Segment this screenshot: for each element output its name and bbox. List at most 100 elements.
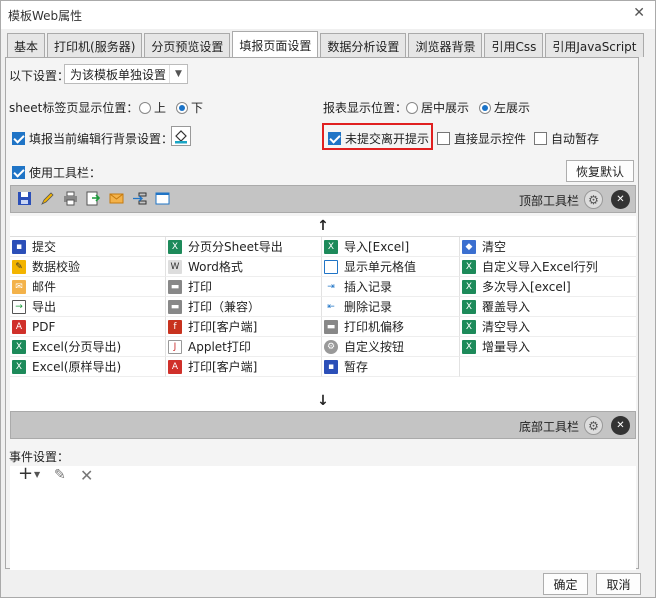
- grid-button-label: Word格式: [188, 260, 243, 274]
- printer-icon[interactable]: [61, 189, 79, 207]
- title-bar: 模板Web属性 ✕: [1, 1, 655, 29]
- report-pos-center-option[interactable]: 居中展示: [400, 99, 469, 116]
- grid-button-delete-record[interactable]: ⇤ 删除记录: [322, 297, 460, 317]
- grid-button-print-client-pdf[interactable]: A 打印[客户端]: [166, 357, 322, 377]
- save-icon[interactable]: [15, 189, 33, 207]
- radio-bottom[interactable]: [176, 102, 188, 114]
- grid-button-increment-import[interactable]: X 增量导入: [460, 337, 636, 357]
- grid-button-excel-paged[interactable]: X Excel(分页导出): [10, 337, 166, 357]
- auto-save-checkbox[interactable]: [534, 132, 547, 145]
- grid-button-label: Excel(原样导出): [32, 360, 122, 374]
- fill-bg-checkbox[interactable]: [12, 132, 25, 145]
- tab-fill-page[interactable]: 填报页面设置: [232, 31, 319, 57]
- grid-button-import-excel[interactable]: X 导入[Excel]: [322, 237, 460, 257]
- delete-event-icon[interactable]: ✕: [80, 466, 93, 485]
- grid-button-label: 自定义导入Excel行列: [482, 260, 598, 274]
- sheet-pos-top-option[interactable]: 上: [133, 99, 166, 116]
- sheet-pos-label: sheet标签页显示位置：: [9, 101, 139, 115]
- top-toolbar-clear-icon[interactable]: ✕: [611, 190, 630, 209]
- grid-button-print-client[interactable]: f 打印[客户端]: [166, 317, 322, 337]
- grid-button-word[interactable]: W Word格式: [166, 257, 322, 277]
- delete-record-icon: ⇤: [327, 301, 335, 312]
- direct-show-option[interactable]: 直接显示控件: [437, 130, 526, 147]
- export-icon[interactable]: [84, 189, 102, 207]
- unsubmitted-option[interactable]: 未提交离开提示: [328, 130, 429, 147]
- grid-button-custom[interactable]: ⚙ 自定义按钮: [322, 337, 460, 357]
- grid-button-label: 导出: [32, 300, 57, 314]
- move-down-arrow[interactable]: ↓: [10, 391, 636, 411]
- following-select[interactable]: 为该模板单独设置 ▼: [64, 64, 188, 84]
- tab-browser-bg[interactable]: 浏览器背景: [408, 33, 483, 57]
- move-up-arrow[interactable]: ↑: [10, 216, 636, 236]
- tab-ref-css[interactable]: 引用Css: [484, 33, 544, 57]
- grid-button-sheet-export[interactable]: X 分页分Sheet导出: [166, 237, 322, 257]
- fill-bg-option[interactable]: 填报当前编辑行背景设置：: [12, 130, 173, 147]
- auto-save-option[interactable]: 自动暂存: [534, 130, 599, 147]
- dialog-window: 模板Web属性 ✕ 基本 打印机(服务器) 分页预览设置 填报页面设置 数据分析…: [0, 0, 656, 598]
- tab-page-preview[interactable]: 分页预览设置: [144, 33, 231, 57]
- insert-record-icon: ⇥: [327, 281, 335, 292]
- save-icon: ▪: [12, 239, 26, 254]
- excel-icon: X: [12, 339, 26, 354]
- grid-button-label: 清空导入: [482, 320, 531, 334]
- grid-button-print-compat[interactable]: ▬ 打印（兼容）: [166, 297, 322, 317]
- radio-bottom-label: 下: [191, 101, 204, 115]
- grid-button-clear-import[interactable]: X 清空导入: [460, 317, 636, 337]
- grid-button-print[interactable]: ▬ 打印: [166, 277, 322, 297]
- grid-button-printer-offset[interactable]: ▬ 打印机偏移: [322, 317, 460, 337]
- printer-icon: ▬: [168, 279, 182, 294]
- grid-button-mail[interactable]: ✉ 邮件: [10, 277, 166, 297]
- radio-left[interactable]: [479, 102, 491, 114]
- close-icon[interactable]: ✕: [633, 5, 645, 21]
- restore-default-button[interactable]: 恢复默认: [566, 160, 634, 182]
- ok-button[interactable]: 确定: [543, 573, 588, 595]
- pdf-icon: A: [12, 319, 26, 334]
- grid-button-excel-original[interactable]: X Excel(原样导出): [10, 357, 166, 377]
- radio-top[interactable]: [139, 102, 151, 114]
- report-pos-label: 报表显示位置：: [323, 101, 408, 115]
- tab-printer-server[interactable]: 打印机(服务器): [47, 33, 143, 57]
- grid-button-label: Excel(分页导出): [32, 340, 122, 354]
- grid-button-clear[interactable]: ◆ 清空: [460, 237, 636, 257]
- grid-button-custom-import[interactable]: X 自定义导入Excel行列: [460, 257, 636, 277]
- grid-button-multi-import[interactable]: X 多次导入[excel]: [460, 277, 636, 297]
- edit-event-icon[interactable]: ✎: [54, 467, 66, 483]
- use-toolbar-option[interactable]: 使用工具栏：: [12, 164, 101, 181]
- grid-button-temp-save[interactable]: ▪ 暂存: [322, 357, 460, 377]
- grid-button-pdf[interactable]: A PDF: [10, 317, 166, 337]
- grid-button-label: 导入[Excel]: [344, 240, 410, 254]
- grid-button-insert-record[interactable]: ⇥ 插入记录: [322, 277, 460, 297]
- flash-icon: f: [168, 319, 182, 334]
- toolbar-button-grid: ▪ 提交 X 分页分Sheet导出 X 导入[Excel] ◆ 清空 ✎ 数据校验 W Wo…: [10, 236, 636, 396]
- grid-button-overwrite-import[interactable]: X 覆盖导入: [460, 297, 636, 317]
- sheet-pos-bottom-option[interactable]: 下: [170, 99, 203, 116]
- grid-button-validate[interactable]: ✎ 数据校验: [10, 257, 166, 277]
- grid-button-show-cell[interactable]: 显示单元格值: [322, 257, 460, 277]
- pencil-icon[interactable]: [38, 189, 56, 207]
- cancel-button[interactable]: 取消: [596, 573, 641, 595]
- excel-icon: X: [462, 319, 476, 334]
- add-event-icon[interactable]: +: [18, 463, 33, 484]
- report-pos-left-option[interactable]: 左展示: [473, 99, 530, 116]
- grid-button-export[interactable]: → 导出: [10, 297, 166, 317]
- insert-record-icon[interactable]: [130, 189, 148, 207]
- use-toolbar-label: 使用工具栏：: [29, 166, 102, 180]
- mail-icon[interactable]: [107, 189, 125, 207]
- bottom-toolbar-clear-icon[interactable]: ✕: [611, 416, 630, 435]
- radio-center[interactable]: [406, 102, 418, 114]
- paint-bucket-icon[interactable]: [171, 126, 191, 146]
- tab-data-analysis[interactable]: 数据分析设置: [320, 33, 407, 57]
- direct-show-checkbox[interactable]: [437, 132, 450, 145]
- tab-basic[interactable]: 基本: [7, 33, 46, 57]
- grid-button-label: 打印[客户端]: [188, 320, 258, 334]
- add-dropdown-chevron-icon[interactable]: ▼: [34, 470, 40, 479]
- grid-button-applet-print[interactable]: J Applet打印: [166, 337, 322, 357]
- bottom-toolbar-gear-icon[interactable]: ⚙: [584, 416, 603, 435]
- unsubmitted-checkbox[interactable]: [328, 132, 341, 145]
- pdf-icon: A: [168, 359, 182, 374]
- tab-ref-js[interactable]: 引用JavaScript: [545, 33, 644, 57]
- grid-button-submit[interactable]: ▪ 提交: [10, 237, 166, 257]
- top-toolbar-gear-icon[interactable]: ⚙: [584, 190, 603, 209]
- cell-value-icon[interactable]: [153, 189, 171, 207]
- use-toolbar-checkbox[interactable]: [12, 166, 25, 179]
